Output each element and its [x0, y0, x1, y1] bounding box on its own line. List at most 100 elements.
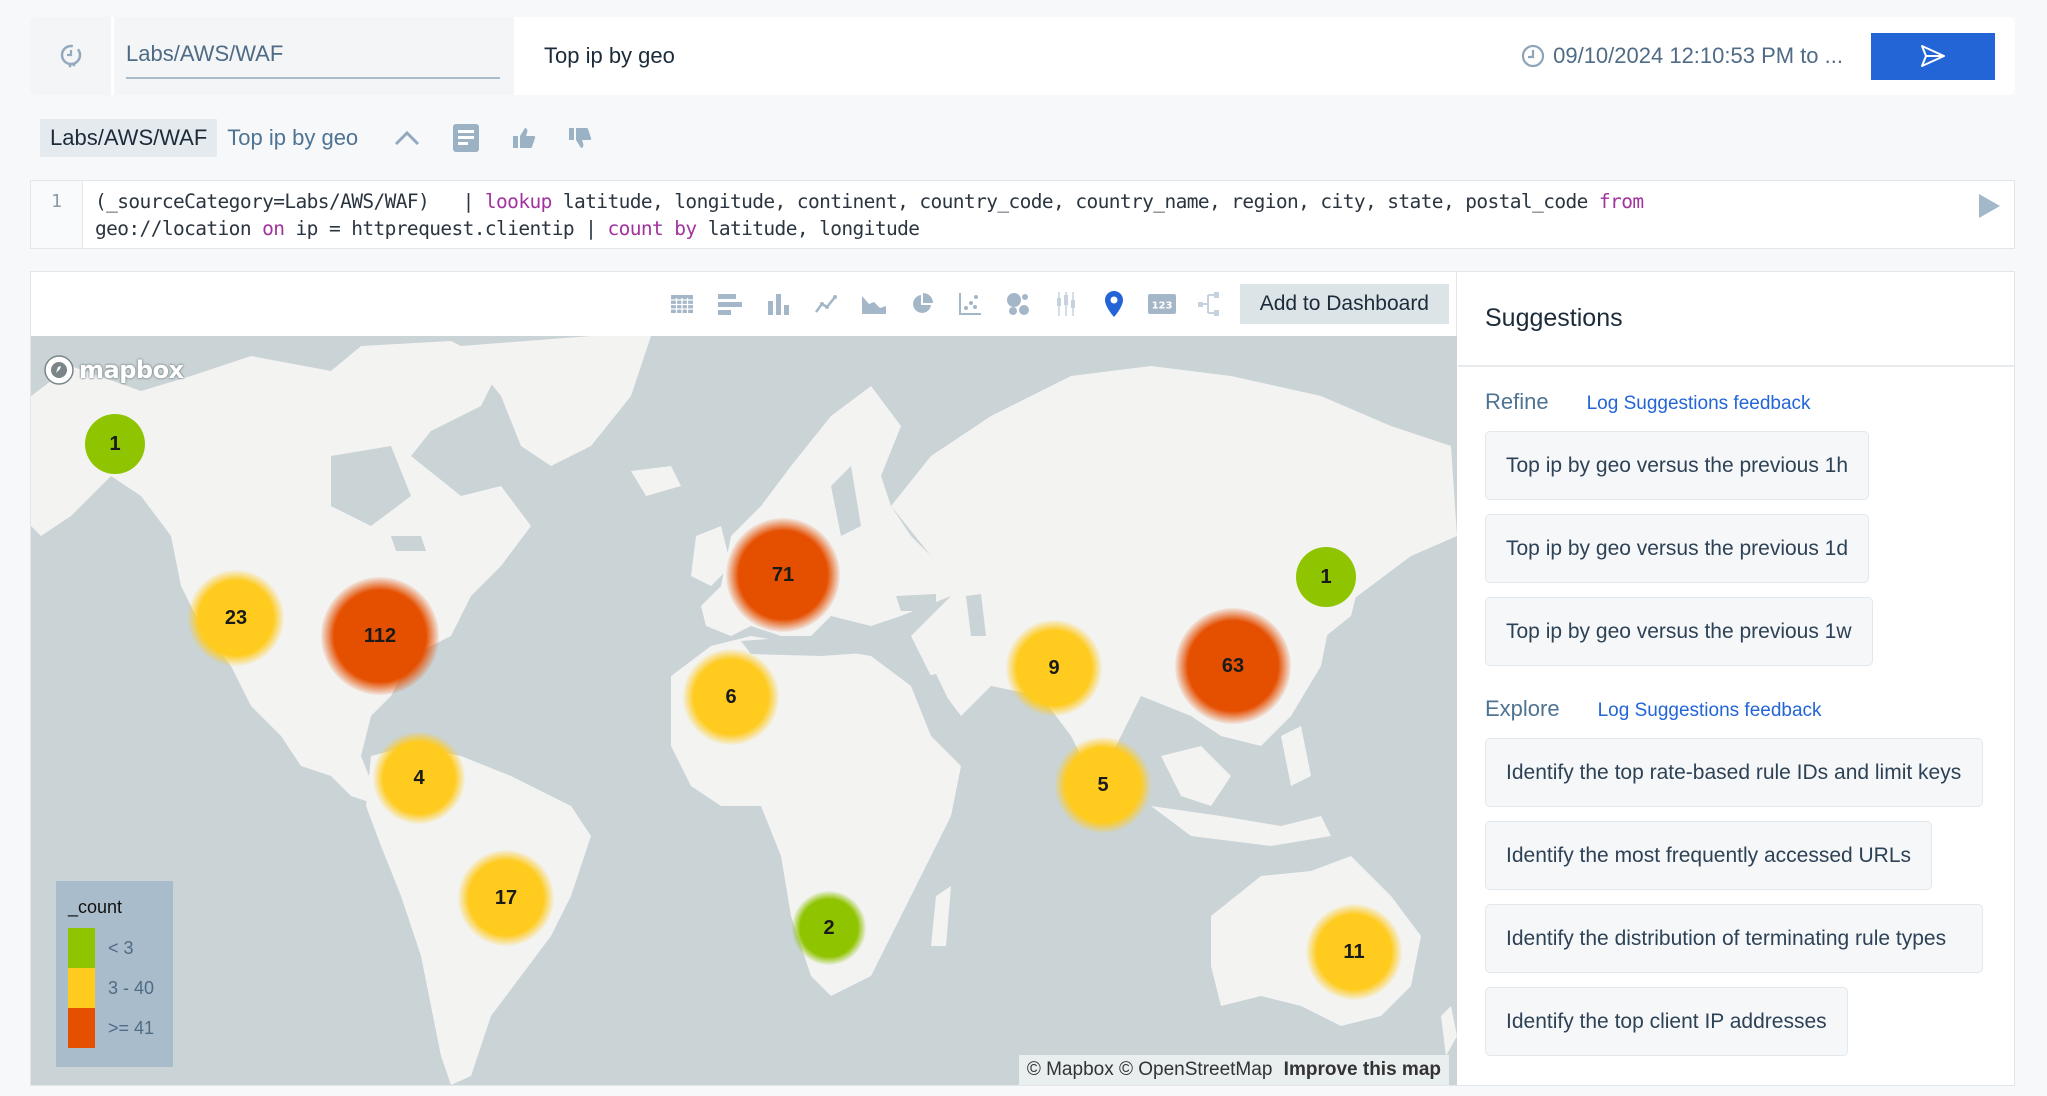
- marker-count: 11: [1343, 940, 1365, 963]
- improve-map-link[interactable]: Improve this map: [1284, 1059, 1441, 1080]
- map-marker[interactable]: 6: [683, 649, 779, 745]
- map-marker[interactable]: 17: [458, 850, 554, 946]
- box-plot-icon[interactable]: [1042, 284, 1090, 324]
- scope-field: [114, 17, 514, 95]
- code-line-2: geo://location on ip = httprequest.clien…: [95, 215, 1952, 242]
- marker-count: 17: [494, 886, 518, 909]
- legend-item: >= 41: [68, 1008, 161, 1048]
- map-marker[interactable]: 63: [1175, 608, 1291, 724]
- marker-count: 63: [1221, 654, 1245, 677]
- query-details-button[interactable]: [452, 123, 480, 153]
- history-icon: [60, 44, 81, 68]
- attribution-link[interactable]: © Mapbox © OpenStreetMap: [1027, 1059, 1273, 1080]
- map-marker[interactable]: 2: [792, 891, 866, 965]
- land-indonesia: [1151, 806, 1331, 846]
- suggestions-panel: Suggestions Refine Log Suggestions feedb…: [1458, 272, 2014, 1085]
- query-history-button[interactable]: [30, 17, 114, 95]
- refine-feedback-link[interactable]: Log Suggestions feedback: [1587, 393, 1811, 415]
- marker-count: 23: [224, 606, 248, 629]
- collapse-button[interactable]: [394, 130, 420, 146]
- marker-count: 2: [823, 916, 835, 939]
- add-to-dashboard-button[interactable]: Add to Dashboard: [1239, 284, 1449, 324]
- time-range-label: 09/10/2024 12:10:53 PM to ...: [1553, 43, 1843, 68]
- mapbox-logo[interactable]: mapbox: [43, 354, 184, 386]
- suggestion-chip[interactable]: Identify the top rate-based rule IDs and…: [1485, 738, 1983, 807]
- breadcrumb-query[interactable]: Top ip by geo: [217, 125, 368, 151]
- suggestion-chip[interactable]: Top ip by geo versus the previous 1h: [1485, 431, 1870, 500]
- land-iceland: [631, 466, 681, 496]
- explore-feedback-link[interactable]: Log Suggestions feedback: [1598, 700, 1822, 722]
- suggestion-chip[interactable]: Identify the distribution of terminating…: [1485, 904, 1983, 973]
- map-marker[interactable]: 23: [188, 570, 284, 666]
- line-number: 1: [31, 181, 83, 248]
- mapbox-logo-text: mapbox: [79, 356, 184, 384]
- pie-chart-icon[interactable]: [898, 284, 946, 324]
- marker-count: 71: [771, 563, 795, 586]
- code-line-1: (_sourceCategory=Labs/AWS/WAF) | lookup …: [95, 188, 1952, 215]
- bubble-chart-icon[interactable]: [994, 284, 1042, 324]
- legend-item: < 3: [68, 928, 161, 968]
- query-input[interactable]: [514, 17, 1522, 95]
- chevron-up-icon: [395, 130, 420, 146]
- document-icon: [453, 124, 480, 152]
- map-attribution: © Mapbox © OpenStreetMap Improve this ma…: [1018, 1055, 1449, 1085]
- map-marker[interactable]: 5: [1055, 737, 1151, 833]
- land-new-zealand: [1441, 1006, 1457, 1056]
- line-chart-icon[interactable]: [802, 284, 850, 324]
- explore-section: Explore Log Suggestions feedback Identif…: [1458, 696, 2014, 1070]
- suggestions-title: Suggestions: [1458, 272, 2014, 367]
- code-keyword: by: [674, 217, 697, 240]
- map-icon[interactable]: [1090, 284, 1138, 324]
- map-marker[interactable]: 9: [1006, 620, 1102, 716]
- map-legend: _count < 3 3 - 40 >= 41: [56, 881, 173, 1067]
- geo-map[interactable]: mapbox 1 23 112 4 17 71 6 2 9 5 63 1 11 _count < 3 3…: [31, 336, 1457, 1085]
- refine-section: Refine Log Suggestions feedback Top ip b…: [1458, 389, 2014, 680]
- run-query-button[interactable]: [1964, 181, 2014, 248]
- legend-swatch-low: [68, 928, 95, 968]
- suggestion-chip[interactable]: Top ip by geo versus the previous 1d: [1485, 514, 1870, 583]
- marker-count: 4: [413, 766, 425, 789]
- land-asia: [891, 366, 1457, 776]
- scope-input[interactable]: [126, 33, 500, 79]
- land-north-america: [31, 341, 531, 806]
- map-marker[interactable]: 1: [1296, 547, 1356, 607]
- bar-chart-icon[interactable]: [706, 284, 754, 324]
- map-marker[interactable]: 71: [726, 518, 840, 632]
- code-keyword: from: [1598, 190, 1644, 213]
- legend-title: _count: [68, 897, 123, 917]
- map-marker[interactable]: 1: [85, 414, 145, 474]
- suggestion-chip[interactable]: Top ip by geo versus the previous 1w: [1485, 597, 1873, 666]
- land-madagascar: [931, 886, 951, 946]
- single-value-icon[interactable]: 123: [1138, 284, 1186, 324]
- search-bar: 09/10/2024 12:10:53 PM to ...: [30, 17, 2015, 95]
- breadcrumb-scope[interactable]: Labs/AWS/WAF: [40, 119, 218, 157]
- suggestion-chip[interactable]: Identify the top client IP addresses: [1485, 987, 1848, 1056]
- land-southeast-asia: [1161, 746, 1231, 806]
- scatter-chart-icon[interactable]: [946, 284, 994, 324]
- suggestion-chip[interactable]: Identify the most frequently accessed UR…: [1485, 821, 1933, 890]
- thumbs-down-button[interactable]: [568, 127, 592, 149]
- area-chart-icon[interactable]: [850, 284, 898, 324]
- sankey-icon[interactable]: [1186, 284, 1234, 324]
- run-search-button[interactable]: [1871, 32, 1995, 80]
- great-lakes: [391, 536, 426, 551]
- query-editor[interactable]: 1 (_sourceCategory=Labs/AWS/WAF) | looku…: [30, 180, 2015, 249]
- column-chart-icon[interactable]: [754, 284, 802, 324]
- code-text: (_sourceCategory=Labs/AWS/WAF) |: [95, 190, 485, 213]
- refine-title: Refine: [1485, 389, 1549, 414]
- play-icon: [1979, 194, 2000, 218]
- query-code[interactable]: (_sourceCategory=Labs/AWS/WAF) | lookup …: [83, 181, 1964, 248]
- marker-count: 112: [363, 624, 397, 647]
- thumbs-up-button[interactable]: [512, 127, 536, 149]
- code-keyword: on: [262, 217, 285, 240]
- visualization-area: 123 Add to Dashboard mapbox 1 23 112 4 1…: [31, 272, 1457, 1085]
- map-marker[interactable]: 11: [1306, 904, 1402, 1000]
- land-philippines: [1281, 726, 1311, 786]
- table-icon[interactable]: [658, 284, 706, 324]
- map-marker[interactable]: 4: [373, 732, 465, 824]
- marker-count: 5: [1097, 773, 1109, 796]
- send-icon: [1921, 45, 1945, 67]
- map-marker[interactable]: 112: [321, 577, 439, 695]
- explore-title: Explore: [1485, 696, 1560, 721]
- time-range-picker[interactable]: 09/10/2024 12:10:53 PM to ...: [1521, 43, 1843, 69]
